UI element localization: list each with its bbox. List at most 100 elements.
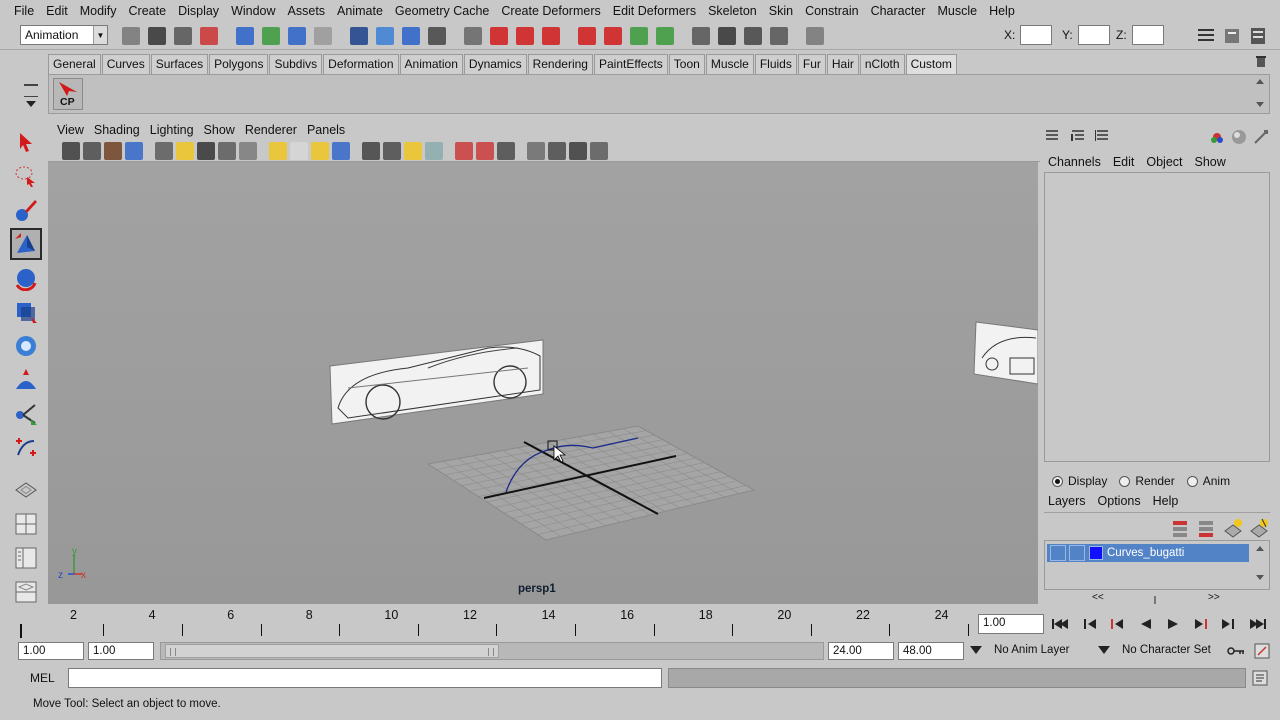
panel-menu-panels[interactable]: Panels (302, 123, 350, 137)
grid-icon[interactable] (176, 142, 194, 160)
go-to-start-icon[interactable] (1048, 615, 1072, 633)
shelf-item-cp[interactable]: CP (53, 78, 83, 110)
paint-select-tool[interactable] (10, 194, 42, 226)
layer-color-swatch[interactable] (1089, 546, 1103, 560)
new-layer-selected-icon[interactable] (1248, 517, 1270, 539)
z-field[interactable] (1132, 25, 1164, 45)
persp-graph-layout[interactable] (10, 576, 42, 608)
layer-row[interactable]: Curves_bugatti (1047, 544, 1249, 562)
perspective-viewport[interactable]: y z x persp1 (48, 162, 1038, 604)
shelf-tab-curves[interactable]: Curves (101, 54, 150, 74)
input-ops-icon[interactable] (516, 27, 534, 45)
layer-mode-anim[interactable]: Anim (1181, 474, 1230, 488)
pick-mask-icon[interactable] (288, 27, 306, 45)
step-forward-key-icon[interactable] (1191, 615, 1211, 633)
channel-box-menu-object[interactable]: Object (1140, 155, 1188, 169)
go-to-end-icon[interactable] (1246, 615, 1270, 633)
move-tool[interactable] (10, 228, 42, 260)
select-tool[interactable] (10, 126, 42, 158)
layer-mode-display[interactable]: Display (1046, 474, 1107, 488)
time-slider[interactable]: 2 4 6 8 10 12 14 16 18 20 22 24 (20, 606, 970, 640)
hypershade-icon[interactable] (692, 27, 710, 45)
panel-menu-show[interactable]: Show (199, 123, 240, 137)
menu-skin[interactable]: Skin (763, 0, 799, 22)
layer-menu-help[interactable]: Help (1147, 494, 1185, 508)
resolution-gate-icon[interactable] (218, 142, 236, 160)
render-settings-icon[interactable] (656, 27, 674, 45)
hud-icon[interactable] (590, 142, 608, 160)
single-perspective-layout[interactable] (10, 474, 42, 506)
two-d-pan-zoom-icon[interactable] (155, 142, 173, 160)
anim-layer-field[interactable]: No Anim Layer (990, 642, 1110, 660)
ipr-render-icon[interactable] (630, 27, 648, 45)
panel-menu-renderer[interactable]: Renderer (240, 123, 302, 137)
channel-box-layer-icon[interactable] (1070, 128, 1086, 144)
shelf-scrollbar[interactable] (1255, 77, 1265, 111)
menu-display[interactable]: Display (172, 0, 225, 22)
snap-point-icon[interactable] (376, 27, 394, 45)
chevron-down-icon[interactable] (1098, 646, 1110, 654)
attribute-list-icon[interactable] (1094, 128, 1110, 144)
chevron-down-icon[interactable] (970, 646, 982, 654)
tools-icon[interactable] (1252, 128, 1270, 146)
menu-modify[interactable]: Modify (74, 0, 123, 22)
shelf-tab-animation[interactable]: Animation (399, 54, 463, 74)
attribute-editor-icon[interactable] (1196, 26, 1216, 46)
step-forward-frame-icon[interactable] (1218, 615, 1238, 633)
menu-set-dropdown[interactable]: Animation ▼ (20, 25, 108, 45)
wireframe-icon[interactable] (332, 142, 350, 160)
current-time-marker[interactable] (20, 624, 22, 638)
menu-window[interactable]: Window (225, 0, 281, 22)
mel-label[interactable]: MEL (30, 671, 55, 685)
shelf-tab-general[interactable]: General (48, 54, 101, 74)
relative-transform-icon[interactable] (806, 27, 824, 45)
layer-display-type-toggle[interactable] (1069, 545, 1085, 561)
show-manipulator-tool[interactable] (10, 398, 42, 430)
layer-visibility-toggle[interactable] (1050, 545, 1066, 561)
front-reference-image-plane[interactable] (973, 321, 1038, 385)
four-view-layout[interactable] (10, 508, 42, 540)
menu-character[interactable]: Character (865, 0, 932, 22)
layer-menu-layers[interactable]: Layers (1042, 494, 1092, 508)
panel-menu-shading[interactable]: Shading (89, 123, 145, 137)
color-wheel-icon[interactable] (1208, 128, 1226, 146)
safe-title-icon[interactable] (311, 142, 329, 160)
lasso-tool[interactable] (10, 160, 42, 192)
gate-mask-icon[interactable] (239, 142, 257, 160)
step-back-key-icon[interactable] (1107, 615, 1127, 633)
select-camera-icon[interactable] (62, 142, 80, 160)
shelf-tab-hair[interactable]: Hair (826, 54, 859, 74)
layer-menu-options[interactable]: Options (1092, 494, 1147, 508)
menu-assets[interactable]: Assets (282, 0, 332, 22)
history-icon[interactable] (464, 27, 482, 45)
shelf-tab-fur[interactable]: Fur (797, 54, 826, 74)
scroll-right-icon[interactable]: >> (1208, 592, 1220, 603)
range-start-field[interactable]: 1.00 (18, 642, 84, 660)
channel-box-menu-channels[interactable]: Channels (1042, 155, 1107, 169)
snap-grid-icon[interactable] (314, 27, 332, 45)
snap-live-icon[interactable] (428, 27, 446, 45)
panel-menu-lighting[interactable]: Lighting (145, 123, 199, 137)
last-used-tool[interactable] (10, 432, 42, 464)
menu-skeleton[interactable]: Skeleton (702, 0, 763, 22)
shelf-tab-polygons[interactable]: Polygons (209, 54, 269, 74)
playback-end-field[interactable]: 24.00 (828, 642, 894, 660)
radio-button[interactable] (1052, 475, 1063, 487)
current-frame-field[interactable]: 1.00 (978, 614, 1044, 634)
screen-space-ao-icon[interactable] (476, 142, 494, 160)
batch-render-icon[interactable] (718, 27, 736, 45)
radio-button[interactable] (1186, 475, 1198, 487)
snap-curve-icon[interactable] (350, 27, 368, 45)
menu-muscle[interactable]: Muscle (931, 0, 983, 22)
command-input[interactable] (68, 668, 662, 688)
layer-horizontal-scrollbar[interactable]: << >> (1044, 592, 1270, 606)
render-sphere-icon[interactable] (1230, 128, 1248, 146)
shelf-tab-muscle[interactable]: Muscle (705, 54, 754, 74)
textured-icon[interactable] (404, 142, 422, 160)
menu-edit-deformers[interactable]: Edit Deformers (607, 0, 702, 22)
animation-preferences-icon[interactable] (1254, 643, 1270, 659)
shelf-tab-subdivs[interactable]: Subdivs (269, 54, 323, 74)
chevron-down-icon[interactable]: ▼ (93, 26, 107, 44)
menu-animate[interactable]: Animate (331, 0, 389, 22)
tool-settings-icon[interactable] (1222, 26, 1242, 46)
